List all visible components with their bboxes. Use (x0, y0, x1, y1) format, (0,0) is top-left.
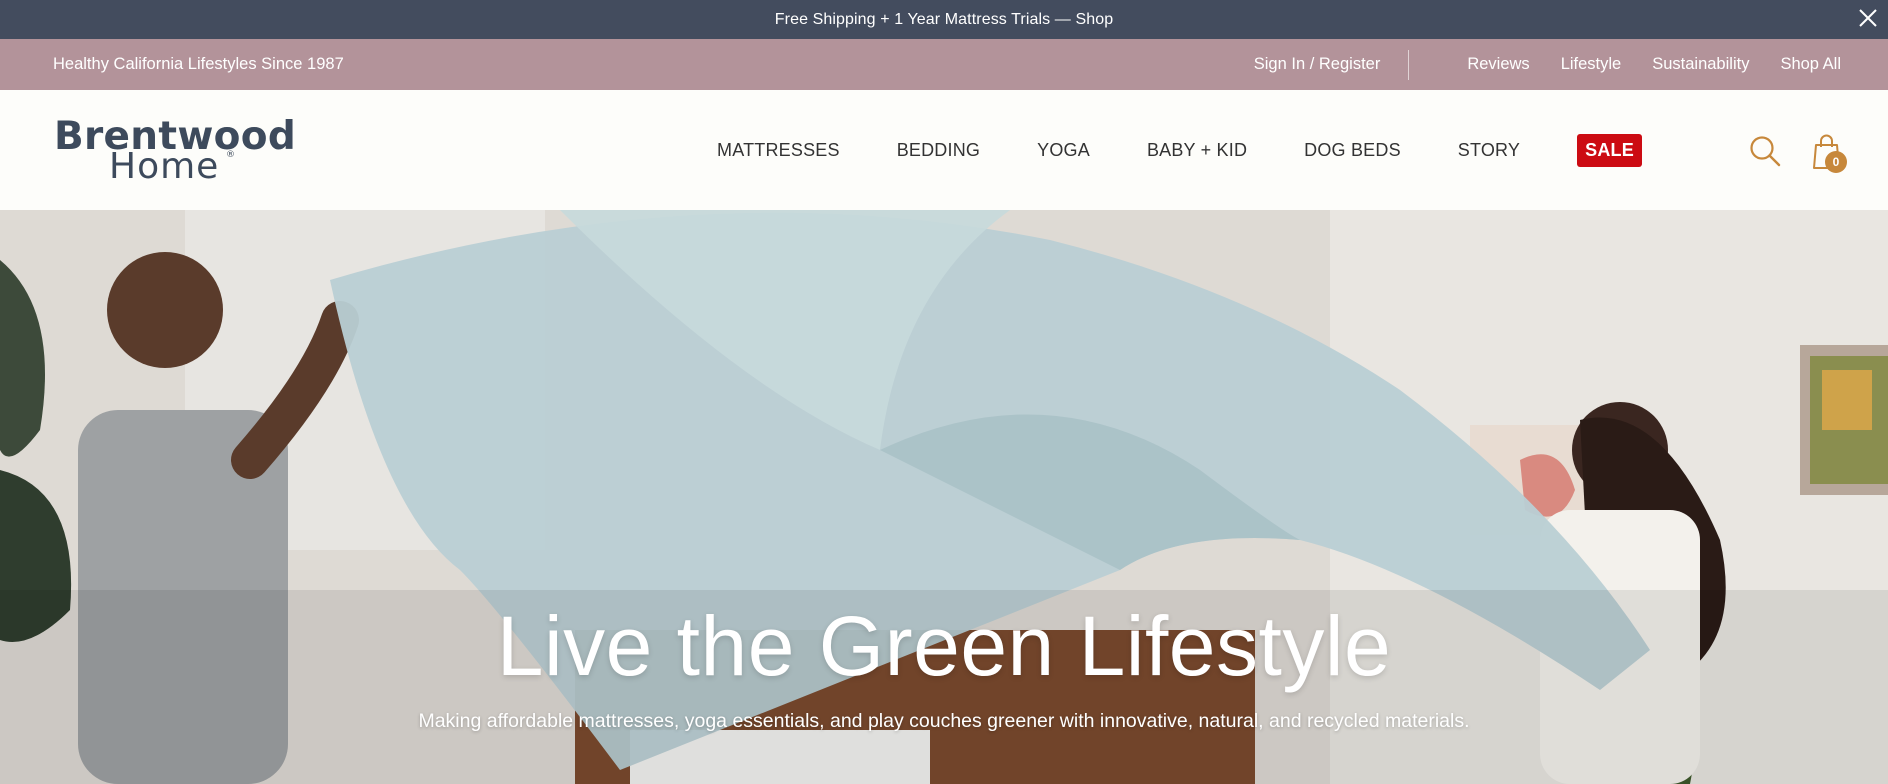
site-header: Brentwood Home ® MATTRESSES BEDDING YOGA… (0, 90, 1888, 210)
hero-subtitle: Making affordable mattresses, yoga essen… (418, 710, 1470, 732)
hero-title: Live the Green Lifestyle (496, 599, 1392, 693)
registered-mark: ® (226, 150, 235, 160)
utility-links: Sign In / Register Reviews Lifestyle Sus… (1254, 49, 1841, 80)
nav-sale[interactable]: SALE (1577, 133, 1642, 167)
search-icon[interactable] (1748, 134, 1782, 168)
divider (1408, 49, 1410, 80)
hero-image (0, 210, 1888, 784)
sustainability-link[interactable]: Sustainability (1652, 55, 1749, 74)
announcement-bar: Free Shipping + 1 Year Mattress Trials —… (0, 0, 1888, 39)
nav-bedding[interactable]: BEDDING (897, 140, 980, 161)
tagline: Healthy California Lifestyles Since 1987 (53, 55, 344, 73)
main-nav: MATTRESSES BEDDING YOGA BABY + KID DOG B… (717, 90, 1642, 210)
logo-line2: Home (109, 146, 220, 187)
cart-count-badge: 0 (1825, 151, 1847, 173)
nav-dog-beds[interactable]: DOG BEDS (1304, 140, 1401, 161)
brand-logo[interactable]: Brentwood Home ® (54, 114, 296, 187)
nav-story[interactable]: STORY (1458, 140, 1520, 161)
sign-in-register-link[interactable]: Sign In / Register (1254, 55, 1381, 74)
close-icon[interactable] (1854, 4, 1882, 32)
announcement-text[interactable]: Free Shipping + 1 Year Mattress Trials —… (775, 11, 1113, 29)
lifestyle-link[interactable]: Lifestyle (1561, 55, 1622, 74)
hero-banner: Live the Green Lifestyle Making affordab… (0, 210, 1888, 784)
nav-yoga[interactable]: YOGA (1037, 140, 1090, 161)
shop-all-link[interactable]: Shop All (1780, 55, 1841, 74)
nav-baby-kid[interactable]: BABY + KID (1147, 140, 1247, 161)
reviews-link[interactable]: Reviews (1467, 55, 1529, 74)
nav-mattresses[interactable]: MATTRESSES (717, 140, 840, 161)
utility-bar: Healthy California Lifestyles Since 1987… (0, 39, 1888, 90)
